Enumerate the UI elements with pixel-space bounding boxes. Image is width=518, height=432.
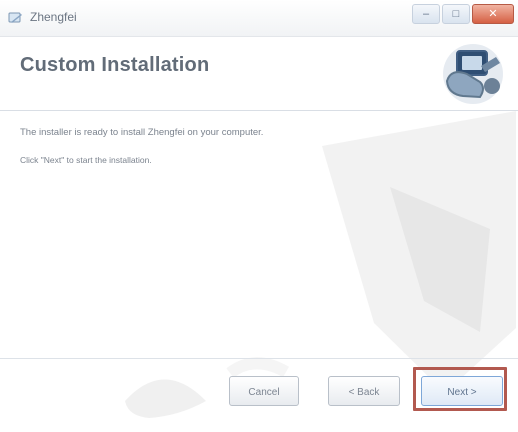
next-instruction-text: Click "Next" to start the installation. (20, 155, 152, 165)
window-controls: – □ ✕ (412, 4, 514, 28)
install-message: The installer is ready to install Zhengf… (20, 127, 360, 165)
title-bar: Zhengfei – □ ✕ (0, 0, 518, 37)
installer-header: Custom Installation (0, 37, 518, 111)
page-title: Custom Installation (20, 54, 210, 76)
cancel-button[interactable]: Cancel (229, 376, 299, 406)
next-button-highlight (413, 367, 507, 411)
close-button[interactable]: ✕ (472, 4, 514, 24)
maximize-button[interactable]: □ (442, 4, 470, 24)
installer-app-icon (8, 12, 22, 23)
ready-to-install-text: The installer is ready to install Zhengf… (20, 127, 264, 138)
footer-divider (0, 358, 518, 359)
computer-installer-icon (443, 44, 503, 104)
back-button[interactable]: < Back (328, 376, 400, 406)
window-title: Zhengfei (30, 10, 77, 24)
minimize-button[interactable]: – (412, 4, 440, 24)
